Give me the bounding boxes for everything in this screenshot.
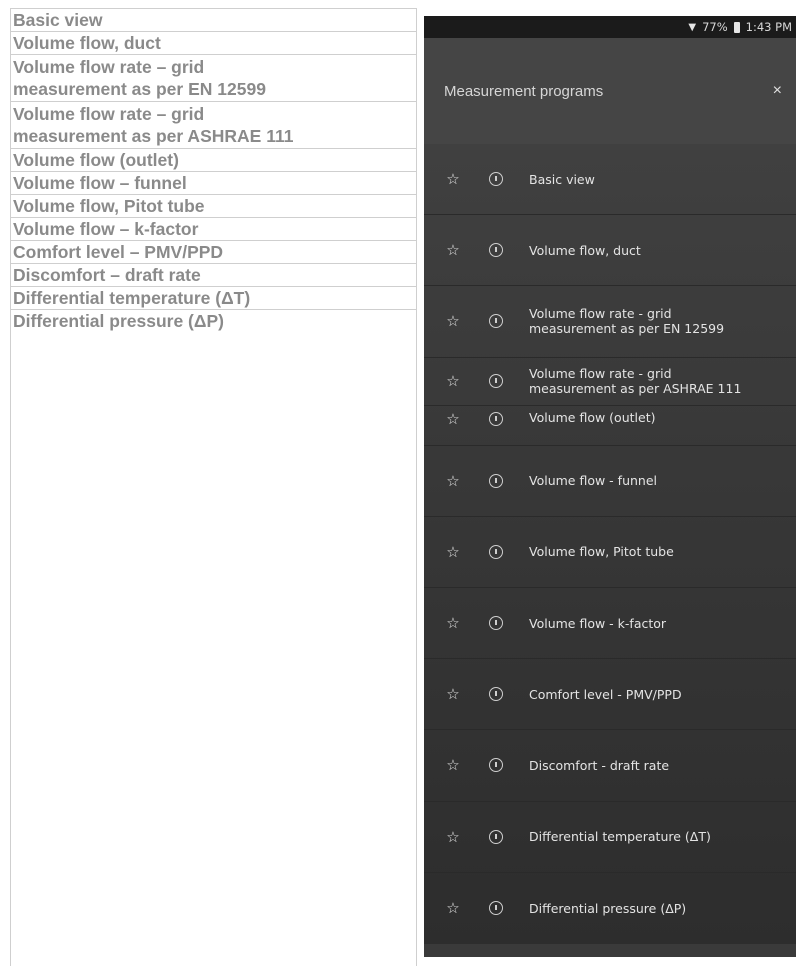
program-item-label-line: measurement as per EN 12599 [529, 321, 725, 337]
program-item-volume-flow-outlet[interactable]: ☆ Volume flow (outlet) [424, 406, 796, 446]
star-icon[interactable]: ☆ [443, 170, 463, 188]
info-icon[interactable] [489, 758, 503, 773]
table-row: Volume flow (outlet) [11, 149, 416, 172]
table-row: Differential temperature (ΔT) [11, 287, 416, 310]
table-row: Volume flow – k-factor [11, 218, 416, 241]
program-item-basic-view[interactable]: ☆ Basic view [424, 144, 796, 216]
info-icon[interactable] [489, 829, 503, 844]
battery-icon [733, 21, 740, 33]
program-item-comfort-level[interactable]: ☆ Comfort level - PMV/PPD [424, 659, 796, 731]
program-item-label-line: measurement as per ASHRAE 111 [529, 381, 742, 397]
table-row-line: Volume flow rate – grid [13, 104, 205, 124]
status-bar: ▼ 77% 1:43 PM [424, 16, 796, 38]
phone-screenshot: ▼ 77% 1:43 PM Measurement programs × ☆ B… [424, 16, 796, 957]
program-item-label: Volume flow rate - grid measurement as p… [529, 366, 741, 396]
program-item-label: Basic view [529, 171, 595, 187]
table-row: Differential pressure (ΔP) [13, 311, 224, 331]
program-item-label: Volume flow - funnel [529, 473, 657, 489]
table-row: Basic view [11, 9, 416, 32]
program-item-differential-temperature[interactable]: ☆ Differential temperature (ΔT) [424, 802, 796, 873]
program-item-pitot-tube[interactable]: ☆ Volume flow, Pitot tube [424, 517, 796, 588]
table-row: Volume flow, Pitot tube [11, 195, 416, 218]
table-row: Comfort level – PMV/PPD [11, 241, 416, 264]
info-icon[interactable] [489, 172, 503, 187]
info-icon[interactable] [489, 616, 503, 631]
program-item-label: Volume flow rate - grid measurement as p… [529, 306, 724, 336]
program-item-draft-rate[interactable]: ☆ Discomfort - draft rate [424, 730, 796, 802]
star-icon[interactable]: ☆ [443, 828, 463, 846]
table-row: Volume flow rate – grid measurement as p… [11, 55, 416, 102]
star-icon[interactable]: ☆ [443, 543, 463, 561]
table-row-line: Volume flow rate – grid [13, 57, 205, 77]
battery-percent: 77% [702, 20, 728, 34]
table-row: Volume flow, duct [11, 32, 416, 55]
table-row: Discomfort – draft rate [11, 264, 416, 287]
program-list: ☆ Basic view ☆ Volume flow, duct ☆ Volum… [424, 144, 796, 944]
info-icon[interactable] [489, 901, 503, 916]
dialog-header: Measurement programs × [424, 38, 796, 144]
star-icon[interactable]: ☆ [443, 372, 463, 390]
program-item-label-line: Volume flow rate - grid [529, 306, 672, 322]
close-icon[interactable]: × [773, 82, 782, 100]
wifi-icon: ▼ [688, 21, 697, 33]
program-item-grid-en12599[interactable]: ☆ Volume flow rate - grid measurement as… [424, 286, 796, 358]
star-icon[interactable]: ☆ [443, 685, 463, 703]
program-item-differential-pressure[interactable]: ☆ Differential pressure (ΔP) [424, 873, 796, 944]
table-row: Volume flow – funnel [11, 172, 416, 195]
info-icon[interactable] [489, 544, 503, 559]
table-row: Volume flow rate – grid measurement as p… [11, 102, 416, 149]
star-icon[interactable]: ☆ [443, 614, 463, 632]
program-item-label: Discomfort - draft rate [529, 757, 670, 773]
program-item-label: Differential pressure (ΔP) [529, 900, 687, 916]
program-item-grid-ashrae111[interactable]: ☆ Volume flow rate - grid measurement as… [424, 358, 796, 406]
info-icon[interactable] [489, 411, 503, 426]
program-item-volume-flow-funnel[interactable]: ☆ Volume flow - funnel [424, 446, 796, 517]
table-row-line: measurement as per ASHRAE 111 [13, 126, 294, 146]
status-time: 1:43 PM [745, 20, 792, 34]
program-item-label: Volume flow, duct [529, 242, 641, 258]
program-item-k-factor[interactable]: ☆ Volume flow - k-factor [424, 588, 796, 660]
star-icon[interactable]: ☆ [443, 899, 463, 917]
info-icon[interactable] [489, 243, 503, 258]
program-item-label: Volume flow - k-factor [529, 615, 667, 631]
program-item-label: Volume flow, Pitot tube [529, 544, 674, 560]
star-icon[interactable]: ☆ [443, 312, 463, 330]
program-item-label: Volume flow (outlet) [529, 409, 656, 425]
star-icon[interactable]: ☆ [443, 756, 463, 774]
program-item-volume-flow-duct[interactable]: ☆ Volume flow, duct [424, 215, 796, 287]
info-icon[interactable] [489, 314, 503, 329]
star-icon[interactable]: ☆ [443, 410, 463, 428]
star-icon[interactable]: ☆ [443, 472, 463, 490]
info-icon[interactable] [489, 374, 503, 389]
program-name-table: Basic view Volume flow, duct Volume flow… [10, 8, 417, 966]
program-item-label: Comfort level - PMV/PPD [529, 686, 682, 702]
info-icon[interactable] [489, 473, 503, 488]
program-item-label-line: Volume flow rate - grid [529, 366, 672, 382]
dialog-title: Measurement programs [444, 82, 604, 100]
star-icon[interactable]: ☆ [443, 241, 463, 259]
info-icon[interactable] [489, 687, 503, 702]
table-row-line: measurement as per EN 12599 [13, 79, 266, 99]
program-item-label: Differential temperature (ΔT) [529, 829, 711, 845]
